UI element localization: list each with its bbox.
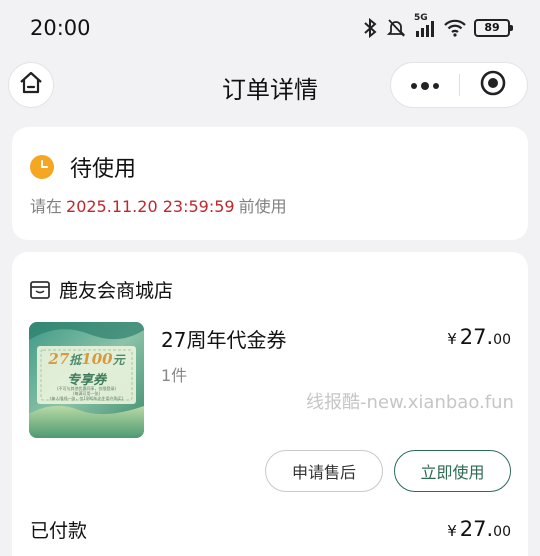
- deadline-suffix: 前使用: [238, 197, 287, 216]
- price-integer: 27.: [459, 325, 494, 349]
- bluetooth-icon: [362, 18, 378, 38]
- product-title: 27周年代金券: [161, 328, 287, 352]
- status-bar: 20:00 5G 89: [0, 0, 540, 60]
- paid-price-decimal: 00: [493, 524, 511, 540]
- mute-bell-icon: [386, 18, 406, 38]
- nav-bar: 订单详情: [0, 58, 540, 112]
- order-status-label: 待使用: [70, 157, 137, 182]
- network-type: 5G: [414, 13, 428, 23]
- coupon-fineprint-3: (每人限领一张，仅1990年出生用户购买): [49, 396, 124, 401]
- status-icons: 5G 89: [362, 13, 513, 38]
- coupon-headline-mid: 抵: [69, 353, 82, 367]
- paid-label: 已付款: [30, 520, 88, 542]
- shop-name: 鹿友会商城店: [59, 280, 174, 302]
- product-image[interactable]: 27抵100元 专享券 (不可与其他优惠同享，仅限登录) (每满可用一张) (每…: [29, 322, 144, 438]
- coupon-headline-num2: 100: [81, 350, 113, 368]
- close-mini-program-button[interactable]: [460, 63, 528, 107]
- coupon-headline-num1: 27: [48, 350, 70, 368]
- more-dots-icon: [410, 76, 440, 95]
- use-now-button[interactable]: 立即使用: [394, 450, 511, 492]
- clock-icon: [30, 155, 54, 179]
- status-row: 待使用: [30, 151, 136, 183]
- shop-row[interactable]: 鹿友会商城店: [29, 276, 173, 303]
- apply-after-sale-button[interactable]: 申请售后: [265, 450, 383, 492]
- status-time: 20:00: [30, 16, 91, 40]
- price-decimal: 00: [493, 332, 511, 348]
- price-symbol: ¥: [447, 330, 457, 348]
- more-button[interactable]: [391, 63, 459, 107]
- deadline-prefix: 请在: [30, 197, 63, 216]
- coupon-headline: 27抵100元: [29, 350, 144, 368]
- paid-price-integer: 27.: [459, 517, 494, 541]
- battery-icon: 89: [474, 19, 513, 37]
- shop-icon: [29, 279, 51, 301]
- cellular-signal-icon: 5G: [414, 13, 436, 37]
- product-quantity: 1件: [161, 366, 188, 385]
- product-price: ¥27.00: [447, 325, 511, 349]
- target-circle-icon: [480, 70, 506, 100]
- wifi-icon: [444, 19, 466, 37]
- watermark-text: 线报酷-new.xianbao.fun: [306, 392, 514, 413]
- deadline-datetime: 2025.11.20 23:59:59: [66, 197, 235, 216]
- paid-amount: ¥27.00: [447, 517, 511, 541]
- paid-price-symbol: ¥: [447, 522, 457, 540]
- coupon-headline-end: 元: [112, 353, 125, 367]
- mini-program-capsule: [390, 62, 528, 108]
- order-status-card: 待使用 请在 2025.11.20 23:59:59 前使用: [12, 127, 528, 240]
- usage-deadline: 请在 2025.11.20 23:59:59 前使用: [30, 193, 287, 217]
